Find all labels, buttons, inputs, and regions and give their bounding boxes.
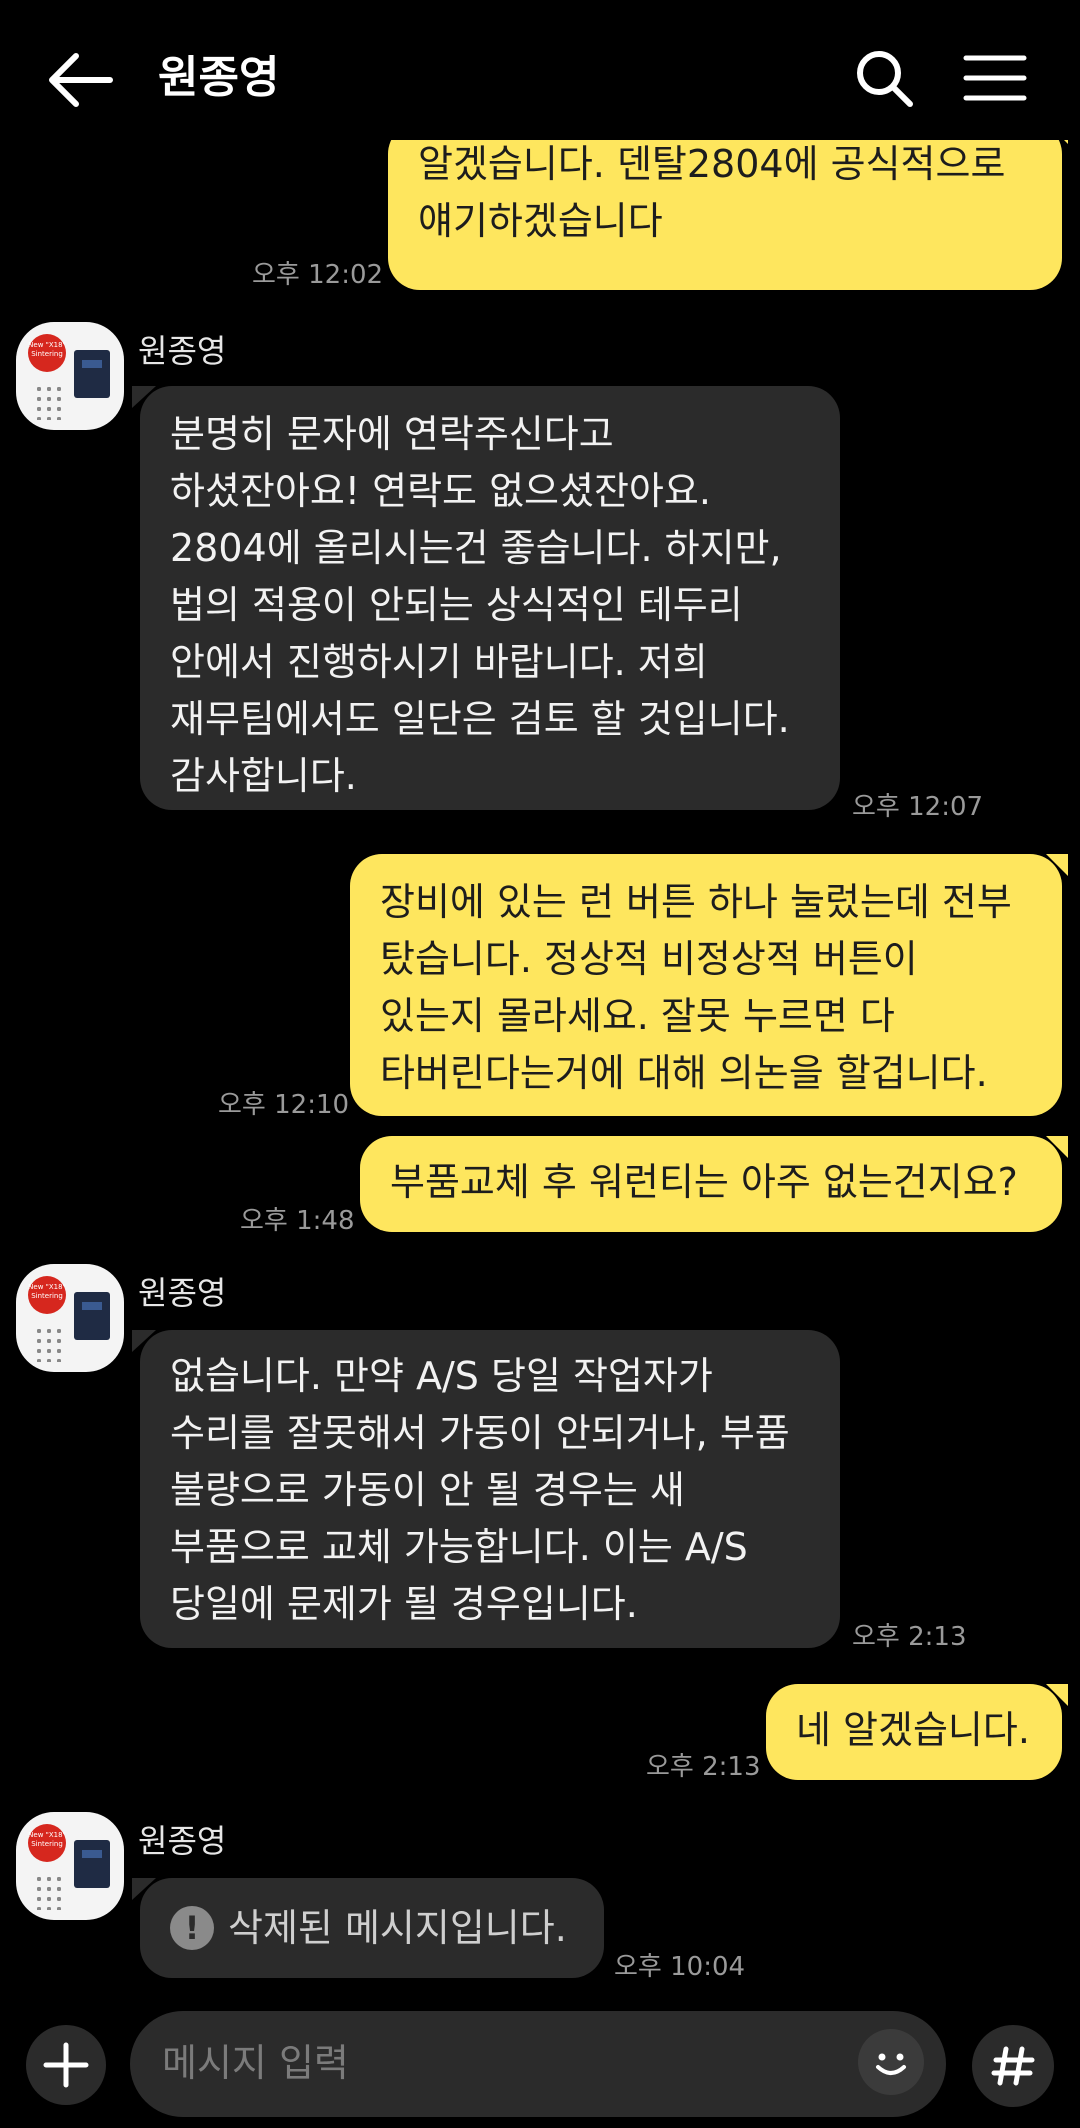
arrow-left-icon [49,53,113,107]
device-icon [74,350,110,398]
deleted-message[interactable]: ! 삭제된 메시지입니다. [132,1878,604,1978]
search-icon [857,51,913,107]
pellets-icon [34,384,64,420]
message-time: 오후 12:02 [252,260,384,290]
message-time: 오후 2:13 [646,1752,761,1782]
incoming-message[interactable]: 분명히 문자에 연락주신다고 하셨잔아요! 연락도 없으셨잔아요. 2804에 … [132,386,840,810]
message-time: 오후 10:04 [614,1952,746,1982]
message-input[interactable]: 메시지 입력 [130,2011,946,2117]
avatar[interactable]: New "X18" Sintering [16,1812,124,1920]
deleted-message-text: 삭제된 메시지입니다. [228,1905,567,1950]
incoming-message[interactable]: 없습니다. 만약 A/S 당일 작업자가 수리를 잘못해서 가동이 안되거나, … [132,1330,840,1648]
pellets-icon [34,1874,64,1910]
menu-icon [963,55,1027,101]
message-time: 오후 12:07 [852,792,984,822]
plus-button[interactable] [26,2025,106,2105]
sender-name: 원종영 [138,332,227,370]
warning-icon: ! [170,1906,214,1950]
device-icon [74,1292,110,1340]
brand-logo-icon: New "X18" Sintering [28,1276,66,1314]
pellets-icon [34,1326,64,1362]
emoji-icon [876,2053,906,2075]
back-button[interactable] [40,44,120,116]
outgoing-message[interactable]: 알겠습니다. 덴탈2804에 공식적으로 얘기하겠습니다 [388,140,1068,290]
plus-icon [43,2042,89,2088]
message-time: 오후 12:10 [218,1090,350,1120]
menu-button[interactable] [962,52,1028,104]
brand-logo-icon: New "X18" Sintering [28,334,66,372]
message-input-bar: 메시지 입력 [0,1985,1080,2128]
device-icon [74,1840,110,1888]
hash-button[interactable] [972,2025,1054,2107]
sender-name: 원종영 [138,1274,227,1312]
sender-name: 원종영 [138,1822,227,1860]
emoji-button[interactable] [858,2029,924,2095]
avatar[interactable]: New "X18" Sintering [16,322,124,430]
brand-logo-icon: New "X18" Sintering [28,1824,66,1862]
search-button[interactable] [852,46,916,110]
outgoing-message[interactable]: 네 알겠습니다. [766,1684,1068,1780]
avatar[interactable]: New "X18" Sintering [16,1264,124,1372]
outgoing-message[interactable]: 부품교체 후 워런티는 아주 없는건지요? [360,1136,1068,1232]
message-input-placeholder: 메시지 입력 [162,2041,349,2085]
chat-header: 원종영 [0,0,1080,160]
message-list[interactable]: 알겠습니다. 덴탈2804에 공식적으로 얘기하겠습니다 오후 12:02 Ne… [0,140,1080,1985]
chat-title: 원종영 [158,52,280,103]
hash-icon [991,2046,1035,2086]
message-time: 오후 2:13 [852,1622,967,1652]
outgoing-message[interactable]: 장비에 있는 런 버튼 하나 눌렀는데 전부 탔습니다. 정상적 비정상적 버튼… [350,854,1068,1116]
message-time: 오후 1:48 [240,1206,355,1236]
